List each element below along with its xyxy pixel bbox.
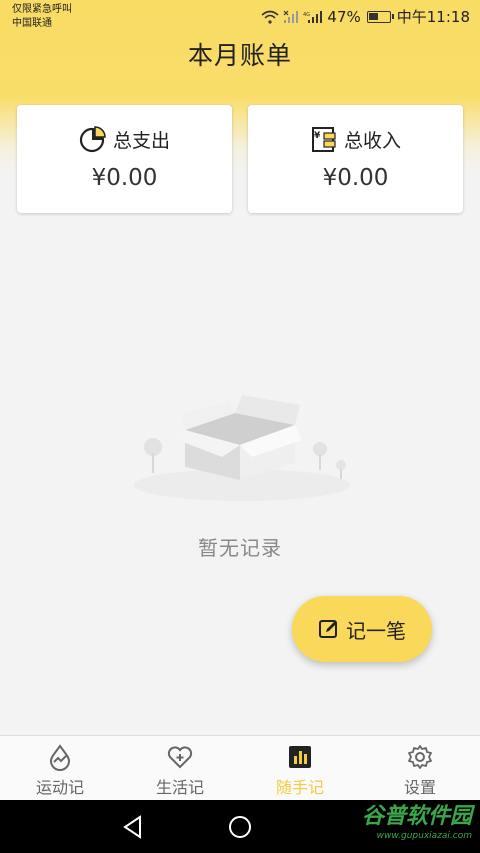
income-card[interactable]: ¥ 总收入 ¥0.00 xyxy=(248,105,463,213)
battery-icon xyxy=(366,10,394,23)
back-icon[interactable] xyxy=(120,814,146,840)
drop-pulse-icon xyxy=(49,744,71,771)
nav-item-sport[interactable]: 运动记 xyxy=(0,736,120,800)
nav-label-life: 生活记 xyxy=(155,778,204,797)
nav-label-notes: 随手记 xyxy=(275,778,324,797)
page-title: 本月账单 xyxy=(187,41,292,70)
wifi-icon xyxy=(261,10,279,24)
home-icon[interactable] xyxy=(227,814,253,840)
carrier-info: 仅限紧急呼叫 中国联通 xyxy=(12,3,72,31)
nav-label-sport: 运动记 xyxy=(35,778,84,797)
battery-percent: 47% xyxy=(327,7,361,26)
nav-item-life[interactable]: 生活记 xyxy=(120,736,240,800)
expense-amount: ¥0.00 xyxy=(91,165,158,191)
heart-plus-icon xyxy=(167,746,193,769)
svg-text:¥: ¥ xyxy=(314,131,321,141)
empty-box-illustration xyxy=(134,395,350,501)
expense-card[interactable]: 总支出 ¥0.00 xyxy=(17,105,232,213)
expense-label: 总支出 xyxy=(112,129,170,152)
signal-off-icon xyxy=(283,10,299,23)
edit-icon xyxy=(319,620,337,638)
clock: 中午11:18 xyxy=(396,8,470,26)
status-bar: 仅限紧急呼叫 中国联通 4G 47% 中午11:18 xyxy=(0,0,480,34)
signal-4g-icon: 4G xyxy=(303,10,323,23)
income-amount: ¥0.00 xyxy=(322,165,389,191)
add-record-label: 记一笔 xyxy=(346,618,406,643)
nav-item-notes[interactable]: 随手记 xyxy=(240,736,360,800)
add-record-button[interactable]: 记一笔 xyxy=(292,596,432,662)
nav-label-settings: 设置 xyxy=(403,778,436,797)
bar-chart-icon xyxy=(289,746,311,768)
ledger-icon: ¥ xyxy=(311,127,336,152)
svg-text:4G: 4G xyxy=(303,12,310,18)
watermark-url: www.gupuxiazai.com xyxy=(376,831,472,841)
watermark-brand: 谷普软件园 xyxy=(361,804,472,829)
bottom-nav: 运动记 生活记 随手记 设置 xyxy=(0,735,480,800)
empty-state-text: 暂无记录 xyxy=(198,536,282,560)
status-indicators: 4G 47% 中午11:18 xyxy=(261,6,470,27)
watermark: 谷普软件园 www.gupuxiazai.com xyxy=(362,804,472,842)
nav-item-settings[interactable]: 设置 xyxy=(360,736,480,800)
income-card-header: ¥ 总收入 xyxy=(248,125,463,153)
pie-chart-icon xyxy=(79,126,106,153)
emergency-call-text: 仅限紧急呼叫 xyxy=(12,4,72,15)
expense-card-header: 总支出 xyxy=(17,125,232,153)
gear-icon xyxy=(408,745,432,769)
income-label: 总收入 xyxy=(343,129,401,152)
carrier-name: 中国联通 xyxy=(12,18,52,29)
system-nav-bar: 谷普软件园 www.gupuxiazai.com xyxy=(0,800,480,853)
